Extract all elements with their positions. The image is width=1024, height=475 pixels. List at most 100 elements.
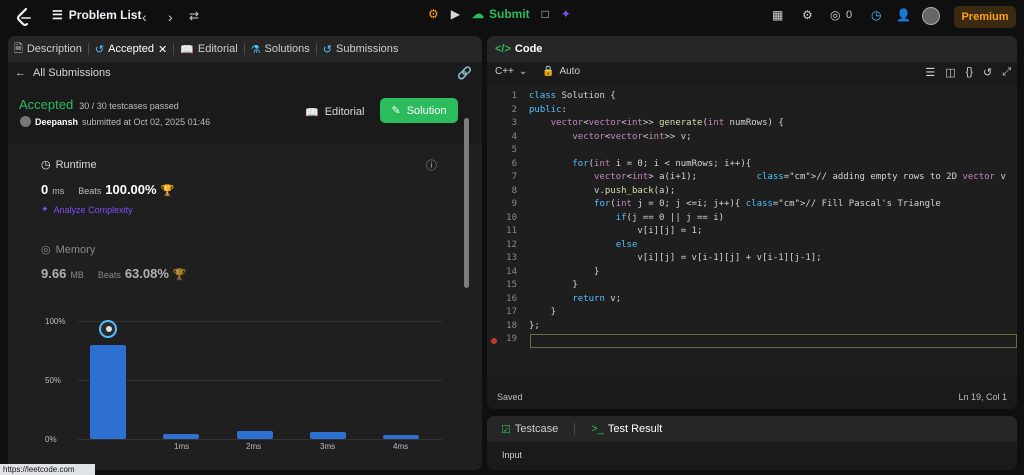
tab-submissions[interactable]: ↺ Submissions xyxy=(317,36,405,62)
editorial-button-label: Editorial xyxy=(324,106,365,118)
tab-editorial[interactable]: 📖 Editorial xyxy=(174,36,243,62)
streak-count: 0 xyxy=(846,9,853,21)
run-icon[interactable]: ▶ xyxy=(451,7,460,21)
left-panel-scrollbar[interactable] xyxy=(464,118,469,288)
trophy-icon: 🏆 xyxy=(160,185,175,197)
tab-test-result[interactable]: >_ Test Result xyxy=(585,416,668,442)
code-line[interactable]: 13 v[i][j] = v[i-1][j] + v[i-1][j-1]; xyxy=(487,252,1017,266)
code-line[interactable]: 18}; xyxy=(487,320,1017,334)
reset-icon[interactable]: ↺ xyxy=(983,66,992,79)
tab-accepted[interactable]: ↺ Accepted ✕ xyxy=(89,36,173,62)
analyze-complexity-link[interactable]: ✦ Analyze Complexity xyxy=(41,204,133,215)
shuffle-icon[interactable]: ⇄ xyxy=(189,9,199,23)
memory-value: 9.66 xyxy=(41,266,67,281)
tab-description[interactable]: 🗎 Description xyxy=(8,36,88,62)
runtime-value-row: 0 ms Beats 100.00% 🏆 xyxy=(41,182,174,197)
cloud-upload-icon: ☁ xyxy=(472,7,484,21)
code-line[interactable]: 2 public: xyxy=(487,104,1017,118)
chevron-down-icon: ⌄ xyxy=(518,66,528,77)
code-line[interactable]: 7 vector<int> a(i+1); class="cm">// addi… xyxy=(487,171,1017,185)
braces-icon[interactable]: {} xyxy=(966,66,973,79)
code-line[interactable]: 16 return v; xyxy=(487,293,1017,307)
code-line[interactable]: 3 vector<vector<int>> generate(int numRo… xyxy=(487,117,1017,131)
all-submissions-link[interactable]: ← All Submissions xyxy=(15,67,111,79)
submitted-date: submitted at Oct 02, 2025 01:46 xyxy=(82,116,211,127)
grid-line xyxy=(78,439,442,440)
code-line[interactable]: 4 vector<vector<int>> v; xyxy=(487,131,1017,145)
code-line[interactable]: 10 if(j == 0 || j == i) xyxy=(487,212,1017,226)
test-tabs: ☑ Testcase >_ Test Result xyxy=(487,416,1017,442)
memory-beats-label: Beats xyxy=(97,270,121,280)
info-icon[interactable]: ⓘ xyxy=(426,157,437,173)
line-number: 12 xyxy=(506,239,517,250)
code-line[interactable]: 5 xyxy=(487,144,1017,158)
tab-test-result-label: Test Result xyxy=(607,423,663,435)
code-text: } xyxy=(529,280,578,290)
username[interactable]: Deepansh xyxy=(35,117,78,127)
memory-beats: 63.08% xyxy=(124,266,169,281)
x-axis-label-2ms: 2ms xyxy=(246,442,262,451)
problem-list-button[interactable]: ☰ Problem List xyxy=(52,8,141,22)
debug-icon[interactable]: ⚙ xyxy=(428,7,439,21)
close-icon[interactable]: ✕ xyxy=(158,43,167,56)
link-icon[interactable]: 🔗 xyxy=(457,66,472,80)
format-icon[interactable]: ☰ xyxy=(925,66,935,79)
code-line[interactable]: 17 } xyxy=(487,306,1017,320)
language-label: C++ xyxy=(495,66,514,77)
code-line[interactable]: 9 for(int j = 0; j <=i; j++){ class="cm"… xyxy=(487,198,1017,212)
code-text: v.push_back(a); xyxy=(529,185,676,196)
ai-sparkle-icon[interactable]: ✦ xyxy=(561,7,571,21)
tab-submissions-label: Submissions xyxy=(336,43,399,55)
notes-icon[interactable]: □ xyxy=(542,7,549,21)
code-line[interactable]: 6 for(int i = 0; i < numRows; i++){ xyxy=(487,158,1017,172)
tab-solutions[interactable]: ⚗ Solutions xyxy=(245,36,316,62)
avatar[interactable] xyxy=(922,7,940,25)
input-label: Input xyxy=(502,450,523,460)
submit-button[interactable]: ☁ Submit xyxy=(472,7,530,21)
submission-status: Accepted 30 / 30 testcases passed xyxy=(19,97,179,112)
leetcode-logo-icon[interactable] xyxy=(14,7,34,27)
code-line[interactable]: 12 else xyxy=(487,239,1017,253)
expand-icon[interactable]: ⤢ xyxy=(1002,66,1011,79)
code-line[interactable]: 1 class Solution { xyxy=(487,90,1017,104)
code-line[interactable]: 11 v[i][j] = 1; xyxy=(487,225,1017,239)
line-number: 13 xyxy=(506,253,517,263)
layout-icon[interactable]: ▦ xyxy=(772,8,783,22)
previous-icon[interactable]: ‹ xyxy=(142,9,147,25)
test-panel: ☑ Testcase >_ Test Result Input xyxy=(487,416,1017,470)
bookmark-icon[interactable]: ◫ xyxy=(945,66,955,79)
solution-button-label: Solution xyxy=(406,104,447,117)
user-marker-avatar[interactable] xyxy=(99,319,117,338)
back-arrow-icon: ← xyxy=(15,67,26,79)
code-line[interactable]: 8 v.push_back(a); xyxy=(487,185,1017,199)
y-axis-label-50: 50% xyxy=(45,376,62,385)
next-icon[interactable]: › xyxy=(168,9,173,25)
add-user-icon[interactable]: 👤 xyxy=(896,8,911,22)
current-line-highlight xyxy=(530,334,1017,348)
tab-solutions-label: Solutions xyxy=(264,43,310,55)
line-number: 9 xyxy=(511,199,517,209)
breakpoint-icon[interactable] xyxy=(491,338,497,344)
code-text: else xyxy=(615,239,638,250)
code-text: for(int j = 0; j <=i; j++){ class="cm">/… xyxy=(594,199,941,209)
chart-bar xyxy=(383,435,419,439)
left-panel: 🗎 Description ↺ Accepted ✕ 📖 Editorial ⚗… xyxy=(8,36,482,470)
code-title: Code xyxy=(514,43,543,55)
line-number: 16 xyxy=(506,293,517,304)
tab-testcase[interactable]: ☑ Testcase xyxy=(495,416,564,442)
code-line[interactable]: 14 } xyxy=(487,266,1017,280)
all-submissions-label: All Submissions xyxy=(33,67,111,79)
premium-button[interactable]: Premium xyxy=(954,6,1016,28)
memory-title: Memory xyxy=(55,243,96,256)
timer-icon[interactable]: ◷ xyxy=(871,8,881,22)
book-icon: 📖 xyxy=(180,43,194,56)
runtime-beats-label: Beats xyxy=(78,186,102,196)
solution-button[interactable]: ✎ Solution xyxy=(380,98,458,123)
language-selector[interactable]: C++ ⌄ xyxy=(495,66,527,77)
settings-icon[interactable]: ⚙ xyxy=(802,8,813,22)
editorial-button[interactable]: 📖 Editorial xyxy=(305,100,373,124)
auto-mode[interactable]: 🔒 Auto xyxy=(542,66,580,77)
code-line[interactable]: 15 } xyxy=(487,279,1017,293)
streak-icon[interactable]: ◎ xyxy=(830,8,840,22)
line-number: 7 xyxy=(511,172,517,182)
